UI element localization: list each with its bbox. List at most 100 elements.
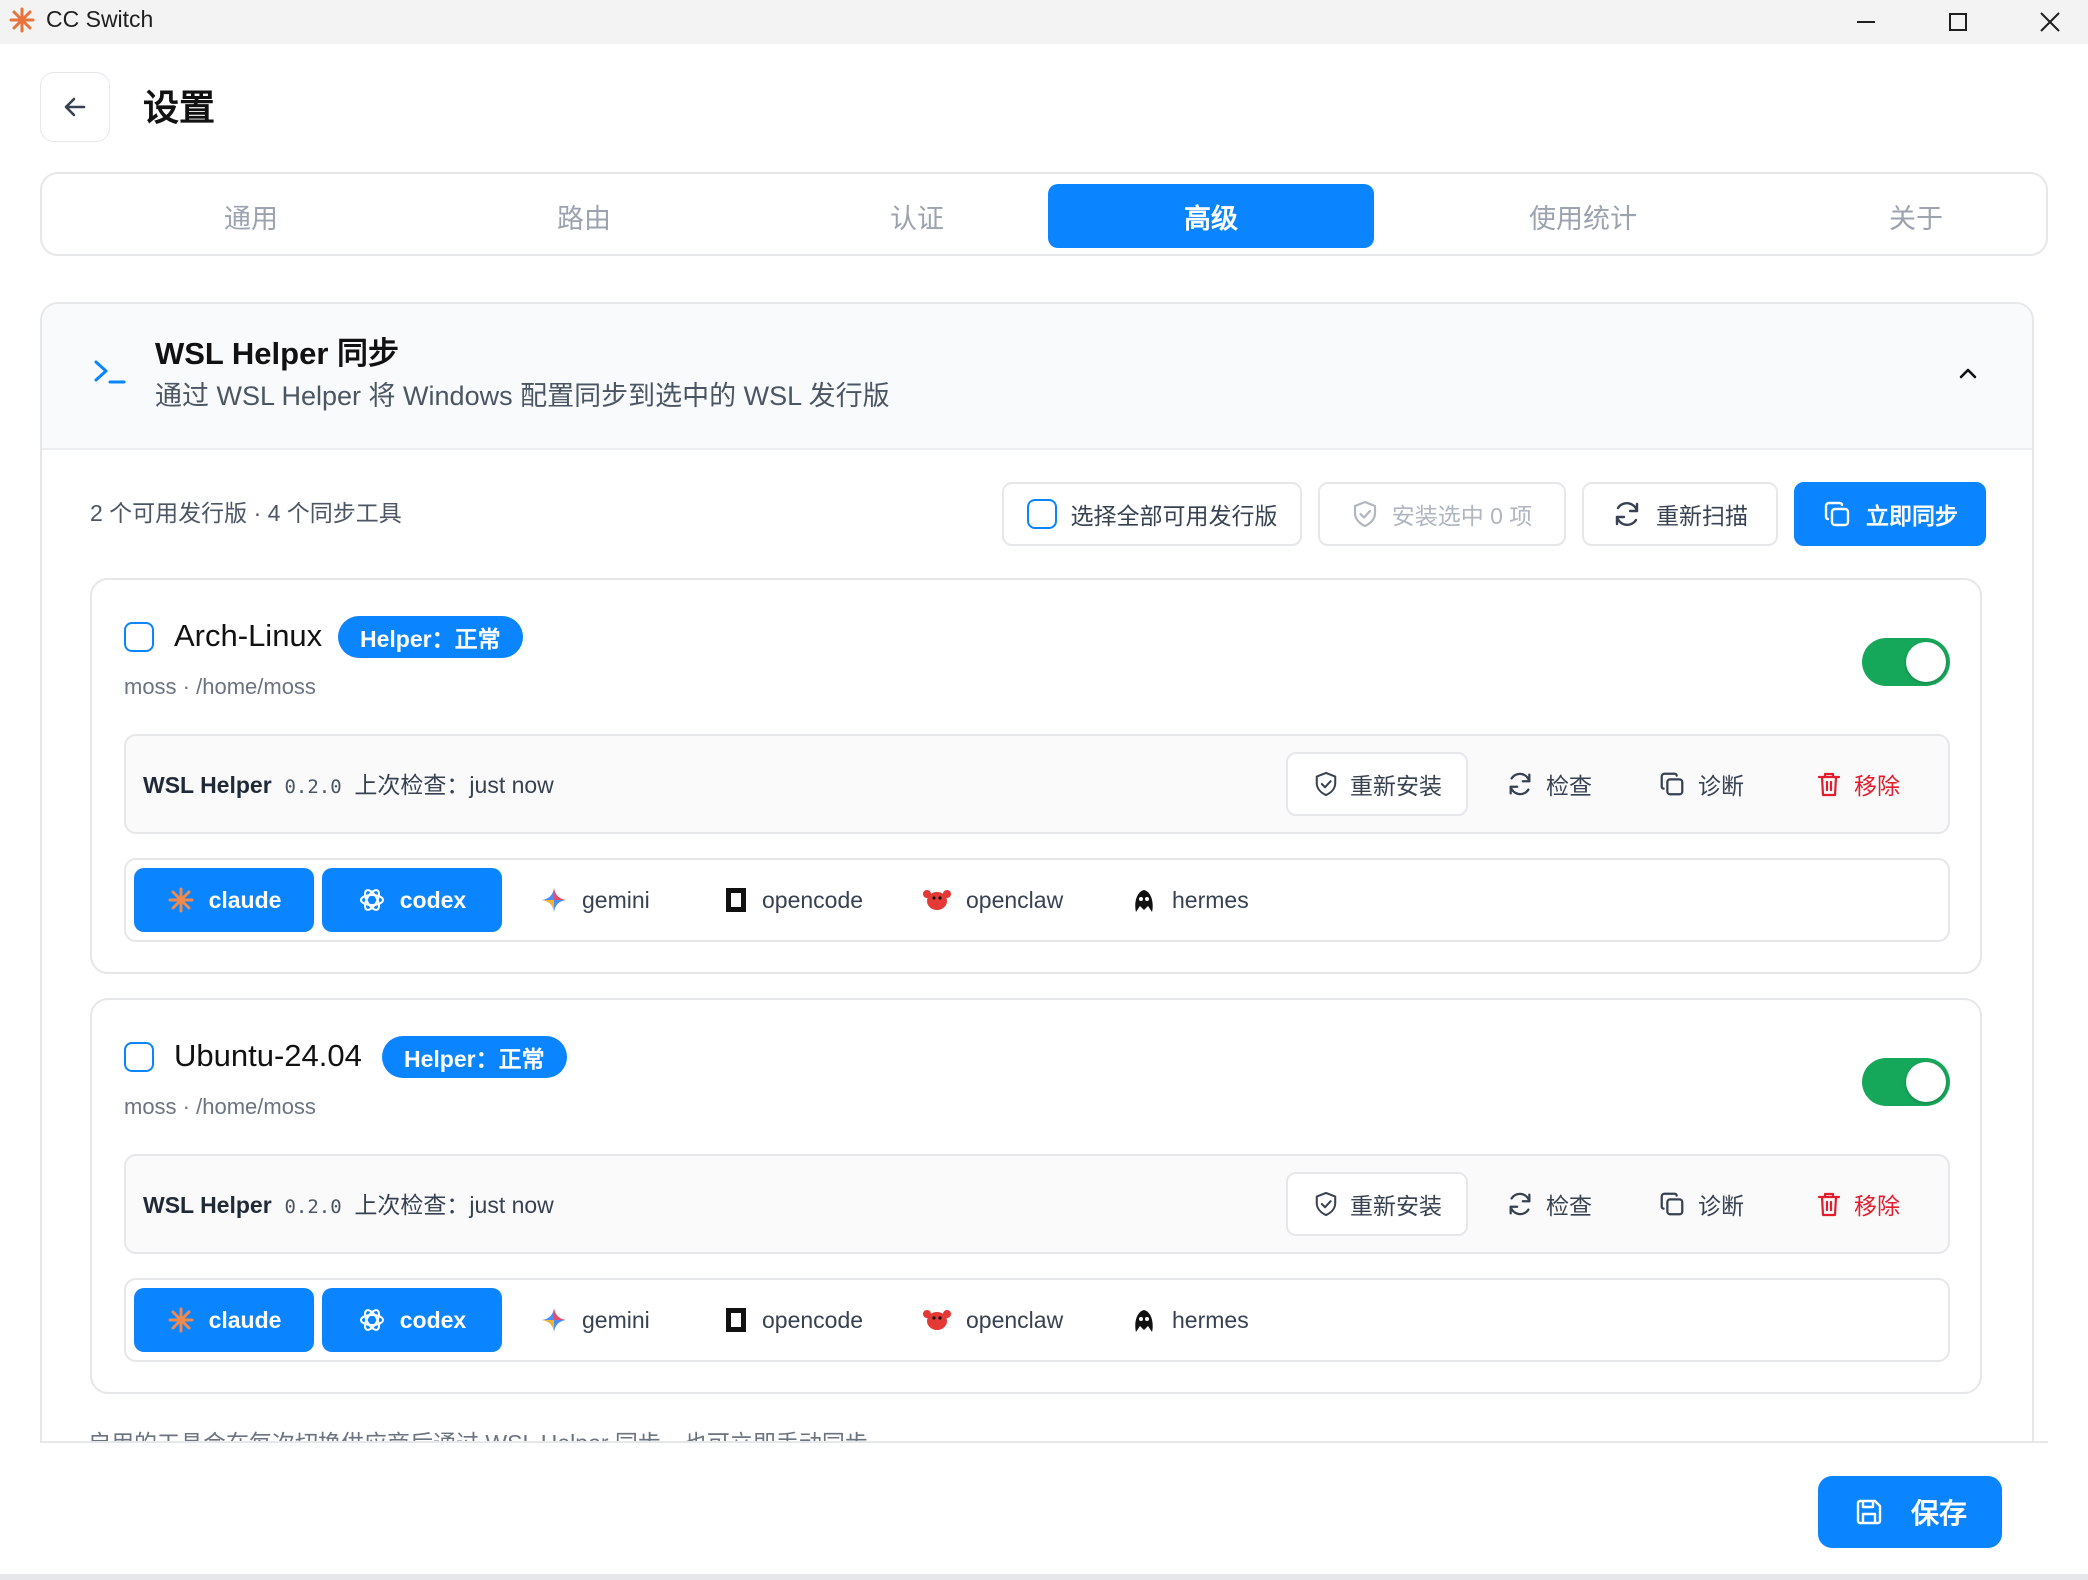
helper-status-badge: Helper：正常 bbox=[382, 1036, 567, 1078]
tab-advanced[interactable]: 高级 bbox=[1048, 184, 1374, 248]
select-all-button[interactable]: 选择全部可用发行版 bbox=[1002, 482, 1302, 546]
distro-card: Arch-Linux Helper：正常 moss · /home/moss W… bbox=[90, 578, 1982, 974]
tool-label: codex bbox=[399, 1306, 467, 1333]
settings-tabs: 通用 路由 认证 高级 使用统计 关于 bbox=[40, 172, 2048, 256]
checkbox-icon bbox=[1026, 499, 1057, 529]
remove-button[interactable]: 移除 bbox=[1816, 1172, 1900, 1236]
tool-label: gemini bbox=[582, 1306, 650, 1333]
distro-name: Arch-Linux bbox=[174, 618, 323, 653]
tool-label: codex bbox=[399, 886, 467, 913]
remove-button[interactable]: 移除 bbox=[1816, 752, 1900, 816]
sync-tools-row: claude codex gemini opencode openclaw he… bbox=[124, 858, 1950, 942]
minimize-icon bbox=[1857, 21, 1875, 23]
openai-icon bbox=[359, 1309, 384, 1331]
copy-icon bbox=[1660, 1192, 1684, 1216]
reinstall-button[interactable]: 重新安装 bbox=[1286, 1172, 1468, 1236]
save-button[interactable]: 保存 bbox=[1818, 1476, 2002, 1548]
gemini-icon bbox=[542, 888, 566, 912]
tab-routing[interactable]: 路由 bbox=[421, 184, 747, 248]
remove-label: 移除 bbox=[1854, 773, 1900, 799]
reinstall-label: 重新安装 bbox=[1350, 773, 1442, 799]
chevron-up-icon[interactable] bbox=[1956, 362, 1980, 386]
distro-checkbox[interactable] bbox=[124, 1042, 154, 1072]
shield-check-icon bbox=[1315, 771, 1337, 797]
helper-last-check: 上次检查：just now bbox=[354, 772, 554, 798]
tool-codex[interactable]: codex bbox=[322, 1288, 502, 1352]
tool-gemini[interactable]: gemini bbox=[540, 868, 650, 932]
maximize-icon bbox=[1949, 13, 1967, 31]
shield-check-icon bbox=[1353, 500, 1376, 528]
sync-now-label: 立即同步 bbox=[1866, 503, 1958, 529]
tab-usage-stats[interactable]: 使用统计 bbox=[1420, 184, 1746, 248]
tool-label: gemini bbox=[582, 886, 650, 913]
tab-auth[interactable]: 认证 bbox=[754, 184, 1080, 248]
tool-claude[interactable]: claude bbox=[134, 1288, 314, 1352]
distro-user-path: moss · /home/moss bbox=[124, 1094, 316, 1119]
arrow-left-icon bbox=[64, 97, 86, 117]
title-bar bbox=[0, 0, 2088, 44]
install-selected-label: 安装选中 0 项 bbox=[1391, 503, 1533, 529]
hermes-icon bbox=[1135, 890, 1153, 912]
helper-label: WSL Helper bbox=[143, 772, 272, 798]
tool-label: hermes bbox=[1172, 886, 1249, 913]
window-title: CC Switch bbox=[46, 6, 154, 32]
helper-label: WSL Helper bbox=[143, 1192, 272, 1218]
select-all-label: 选择全部可用发行版 bbox=[1070, 503, 1278, 529]
save-icon bbox=[1856, 1499, 1882, 1525]
check-label: 检查 bbox=[1546, 773, 1592, 799]
wsl-helper-section: WSL Helper 同步 通过 WSL Helper 将 Windows 配置… bbox=[40, 302, 2034, 1442]
close-button[interactable] bbox=[2004, 0, 2088, 44]
rescan-label: 重新扫描 bbox=[1656, 503, 1748, 529]
tool-label: opencode bbox=[762, 1306, 864, 1333]
helper-info: WSL Helper 0.2.0 上次检查：just now bbox=[143, 1190, 554, 1222]
hermes-icon bbox=[1135, 1310, 1153, 1332]
check-button[interactable]: 检查 bbox=[1506, 752, 1592, 816]
minimize-button[interactable] bbox=[1820, 0, 1912, 44]
tool-codex[interactable]: codex bbox=[322, 868, 502, 932]
helper-info-row: WSL Helper 0.2.0 上次检查：just now 重新安装 检查 诊… bbox=[124, 1154, 1950, 1254]
tab-about[interactable]: 关于 bbox=[1753, 184, 2079, 248]
copy-icon bbox=[1824, 501, 1850, 527]
openai-icon bbox=[359, 889, 384, 911]
tool-opencode[interactable]: opencode bbox=[724, 1288, 863, 1352]
tool-claude[interactable]: claude bbox=[134, 868, 314, 932]
tool-openclaw[interactable]: openclaw bbox=[922, 868, 1063, 932]
helper-info: WSL Helper 0.2.0 上次检查：just now bbox=[143, 770, 554, 802]
tool-hermes[interactable]: hermes bbox=[1130, 868, 1249, 932]
check-button[interactable]: 检查 bbox=[1506, 1172, 1592, 1236]
section-header[interactable]: WSL Helper 同步 通过 WSL Helper 将 Windows 配置… bbox=[42, 304, 2032, 450]
back-button[interactable] bbox=[40, 72, 110, 142]
diagnose-button[interactable]: 诊断 bbox=[1658, 752, 1744, 816]
app-logo-icon bbox=[9, 7, 35, 33]
tool-opencode[interactable]: opencode bbox=[724, 868, 863, 932]
refresh-icon bbox=[1509, 772, 1531, 796]
tab-general[interactable]: 通用 bbox=[88, 184, 414, 248]
tool-hermes[interactable]: hermes bbox=[1130, 1288, 1249, 1352]
sync-now-button[interactable]: 立即同步 bbox=[1794, 482, 1986, 546]
opencode-icon bbox=[726, 1308, 746, 1332]
diagnose-button[interactable]: 诊断 bbox=[1658, 1172, 1744, 1236]
reinstall-button[interactable]: 重新安装 bbox=[1286, 752, 1468, 816]
copy-icon bbox=[1660, 772, 1684, 796]
tool-openclaw[interactable]: openclaw bbox=[922, 1288, 1063, 1352]
reinstall-label: 重新安装 bbox=[1350, 1193, 1442, 1219]
helper-version: 0.2.0 bbox=[284, 1196, 342, 1218]
helper-last-check: 上次检查：just now bbox=[354, 1192, 554, 1218]
page-title: 设置 bbox=[143, 87, 216, 128]
close-icon bbox=[2040, 12, 2060, 32]
helper-status-badge: Helper：正常 bbox=[338, 616, 523, 658]
distro-name: Ubuntu-24.04 bbox=[174, 1038, 362, 1073]
gemini-icon bbox=[542, 1308, 566, 1332]
refresh-icon bbox=[1615, 501, 1639, 527]
bottom-edge bbox=[0, 1574, 2088, 1580]
distro-enable-toggle[interactable] bbox=[1862, 1058, 1950, 1106]
distro-enable-toggle[interactable] bbox=[1862, 638, 1950, 686]
install-selected-button[interactable]: 安装选中 0 项 bbox=[1318, 482, 1566, 546]
distro-checkbox[interactable] bbox=[124, 622, 154, 652]
tool-label: claude bbox=[208, 1306, 282, 1333]
trash-icon bbox=[1817, 1192, 1841, 1217]
distro-card: Ubuntu-24.04 Helper：正常 moss · /home/moss… bbox=[90, 998, 1982, 1394]
maximize-button[interactable] bbox=[1912, 0, 2004, 44]
tool-gemini[interactable]: gemini bbox=[540, 1288, 650, 1352]
rescan-button[interactable]: 重新扫描 bbox=[1582, 482, 1778, 546]
